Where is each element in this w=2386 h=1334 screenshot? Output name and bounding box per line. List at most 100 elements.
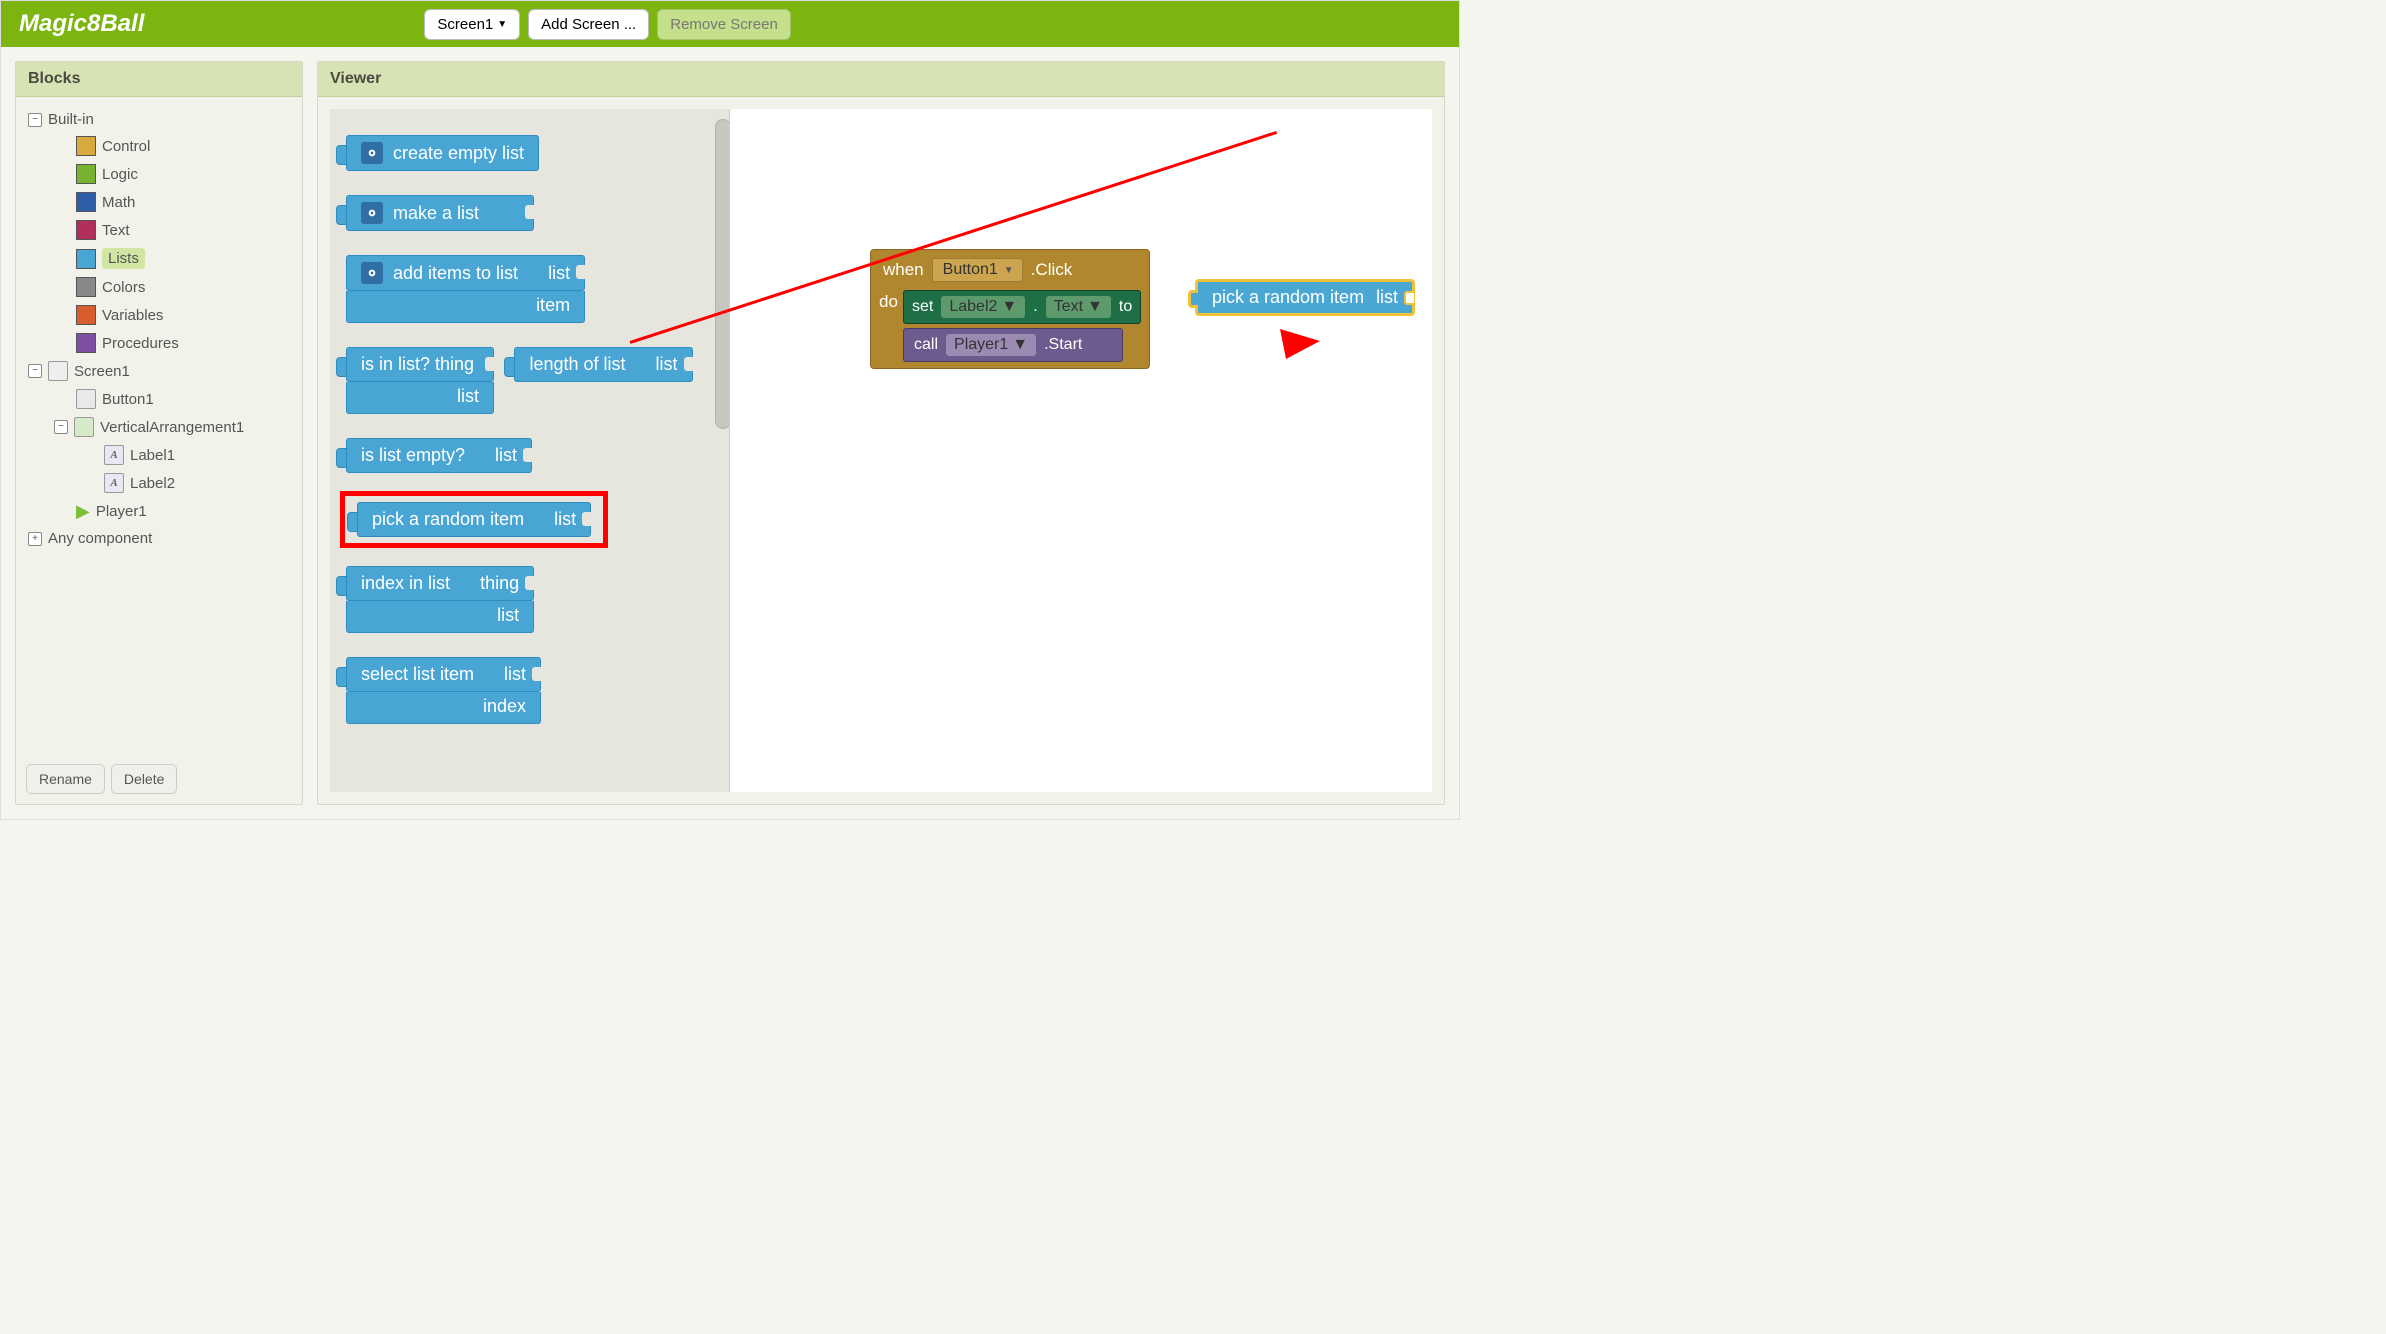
block-label: select list item <box>361 664 474 685</box>
collapse-icon[interactable]: − <box>54 420 68 434</box>
viewer-panel-title: Viewer <box>318 62 1444 97</box>
block-label: create empty list <box>393 143 524 164</box>
call-keyword: call <box>914 336 938 354</box>
add-screen-label: Add Screen ... <box>541 16 636 33</box>
chevron-down-icon: ▼ <box>1012 336 1028 354</box>
tree-label: Screen1 <box>74 363 130 380</box>
screen-selector-label: Screen1 <box>437 16 493 33</box>
color-swatch-icon <box>76 277 96 297</box>
block-label: pick a random item <box>1212 287 1364 308</box>
tree-label: Label1 <box>130 447 175 464</box>
tree-node-label2[interactable]: ALabel2 <box>98 469 296 497</box>
event-name: .Click <box>1031 260 1073 280</box>
block-arg: list <box>495 445 517 466</box>
tree-node-label1[interactable]: A Label1 <box>98 441 296 469</box>
tree-node-vert1[interactable]: − VerticalArrangement1 <box>70 413 296 441</box>
block-arg: list <box>548 263 570 284</box>
collapse-icon[interactable]: − <box>28 364 42 378</box>
collapse-icon[interactable]: − <box>28 113 42 127</box>
block-label: pick a random item <box>372 509 524 530</box>
tree-label: Text <box>102 222 130 239</box>
block-pick-random-item[interactable]: pick a random item list <box>357 502 591 537</box>
to-keyword: to <box>1119 298 1132 316</box>
method-name: .Start <box>1044 336 1082 354</box>
component-dropdown[interactable]: Label2▼ <box>941 296 1025 318</box>
blocks-panel-title: Blocks <box>16 62 302 97</box>
tree-node-player1[interactable]: ▶Player1 <box>70 497 296 526</box>
component-dropdown[interactable]: Player1▼ <box>946 334 1036 356</box>
block-arg: item <box>536 295 570 315</box>
add-screen-button[interactable]: Add Screen ... <box>528 9 649 40</box>
block-label: length of list <box>529 354 625 375</box>
color-swatch-icon <box>76 333 96 353</box>
gear-icon <box>361 142 383 164</box>
screen-icon <box>48 361 68 381</box>
label-icon: A <box>104 473 124 493</box>
screen-selector[interactable]: Screen1 ▼ <box>424 9 520 40</box>
blocks-panel: Blocks − Built-in Control Logic Math Tex… <box>15 61 303 805</box>
tree-node-logic[interactable]: Logic <box>70 160 296 188</box>
tree-label: Built-in <box>48 111 94 128</box>
chevron-down-icon: ▼ <box>1004 265 1014 276</box>
set-property-block[interactable]: set Label2▼ . Text▼ to <box>903 290 1141 324</box>
block-arg: index <box>483 696 526 716</box>
gear-icon <box>361 202 383 224</box>
color-swatch-icon <box>76 305 96 325</box>
block-length-of-list[interactable]: length of list list <box>514 347 692 382</box>
rename-button[interactable]: Rename <box>26 764 105 794</box>
block-create-empty-list[interactable]: create empty list <box>346 135 539 171</box>
chevron-down-icon: ▼ <box>497 19 507 30</box>
block-arg: list <box>1376 287 1398 308</box>
tree-node-builtin[interactable]: − Built-in <box>22 107 296 132</box>
block-is-in-list[interactable]: is in list? thing list <box>346 347 494 414</box>
viewer-canvas[interactable]: create empty list make a list add items … <box>330 109 1432 792</box>
attached-pick-random-block[interactable]: pick a random item list <box>1195 279 1415 316</box>
call-method-block[interactable]: call Player1▼ .Start <box>903 328 1123 362</box>
delete-button[interactable]: Delete <box>111 764 177 794</box>
tree-node-math[interactable]: Math <box>70 188 296 216</box>
button-icon <box>76 389 96 409</box>
block-add-items-to-list[interactable]: add items to list list item <box>346 255 585 323</box>
tree-node-text[interactable]: Text <box>70 216 296 244</box>
set-keyword: set <box>912 298 933 316</box>
block-label: make a list <box>393 203 479 224</box>
top-bar: Magic8Ball Screen1 ▼ Add Screen ... Remo… <box>1 1 1459 47</box>
tree-label: Logic <box>102 166 138 183</box>
block-is-list-empty[interactable]: is list empty? list <box>346 438 532 473</box>
tree-node-control[interactable]: Control <box>70 132 296 160</box>
tree-node-procedures[interactable]: Procedures <box>70 329 296 357</box>
highlight-box: pick a random item list <box>340 491 608 548</box>
when-button-click-block[interactable]: when Button1▼ .Click do set Label2▼ . Te… <box>870 249 1150 369</box>
tree-label: Variables <box>102 307 163 324</box>
drawer-scrollbar[interactable] <box>715 119 730 429</box>
tree-label: Player1 <box>96 503 147 520</box>
expand-icon[interactable]: + <box>28 532 42 546</box>
tree-label: Math <box>102 194 135 211</box>
block-label: index in list <box>361 573 450 594</box>
chevron-down-icon: ▼ <box>1087 298 1103 316</box>
tree-node-anycomponent[interactable]: + Any component <box>22 526 296 551</box>
tree-label: Procedures <box>102 335 179 352</box>
block-label: is list empty? <box>361 445 465 466</box>
color-swatch-icon <box>76 136 96 156</box>
tree-label: Control <box>102 138 150 155</box>
component-dropdown[interactable]: Button1▼ <box>932 258 1023 282</box>
block-make-a-list[interactable]: make a list <box>346 195 534 231</box>
tree-node-colors[interactable]: Colors <box>70 273 296 301</box>
property-dropdown[interactable]: Text▼ <box>1046 296 1111 318</box>
block-arg: list <box>497 605 519 625</box>
tree-label: Lists <box>102 248 145 269</box>
tree-node-variables[interactable]: Variables <box>70 301 296 329</box>
block-label: is in list? thing <box>361 354 474 375</box>
tree-node-lists[interactable]: Lists <box>70 244 296 273</box>
tree-node-button1[interactable]: Button1 <box>70 385 296 413</box>
remove-screen-button[interactable]: Remove Screen <box>657 9 791 40</box>
label-icon: A <box>104 445 124 465</box>
when-keyword: when <box>883 260 924 280</box>
tree-node-screen1[interactable]: − Screen1 <box>22 357 296 385</box>
tree-label: Any component <box>48 530 152 547</box>
blocks-tree: − Built-in Control Logic Math Text Lists… <box>16 97 302 754</box>
block-index-in-list[interactable]: index in list thing list <box>346 566 534 633</box>
block-select-list-item[interactable]: select list item list index <box>346 657 541 724</box>
block-arg: list <box>554 509 576 530</box>
